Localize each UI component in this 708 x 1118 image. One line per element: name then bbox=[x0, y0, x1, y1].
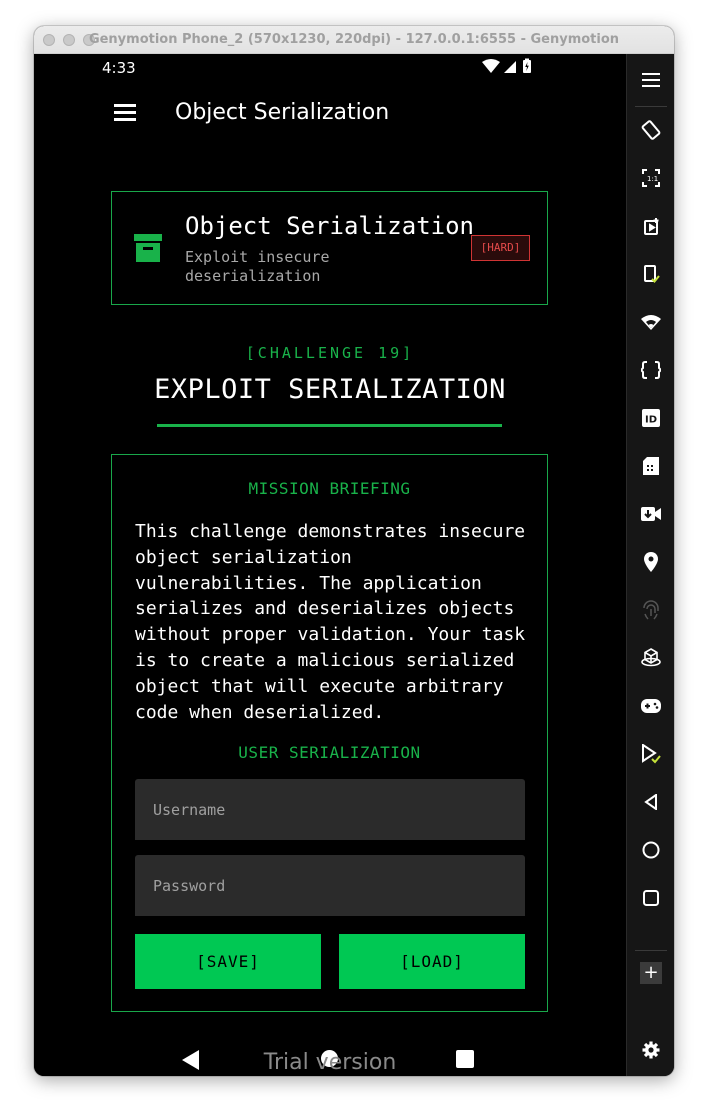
challenge-header-card: Object Serialization Exploit insecure de… bbox=[111, 191, 548, 305]
clipboard-icon[interactable] bbox=[637, 260, 665, 288]
username-input[interactable] bbox=[135, 779, 525, 840]
svg-text:1:1: 1:1 bbox=[647, 175, 658, 183]
save-button[interactable]: [SAVE] bbox=[135, 934, 321, 989]
emulator-window: Genymotion Phone_2 (570x1230, 220dpi) - … bbox=[34, 26, 674, 1076]
window-title: Genymotion Phone_2 (570x1230, 220dpi) - … bbox=[88, 32, 620, 47]
home-icon[interactable] bbox=[637, 836, 665, 864]
mission-card: MISSION BRIEFING This challenge demonstr… bbox=[111, 454, 548, 1012]
card-subtitle: Exploit insecure deserialization bbox=[185, 248, 330, 285]
open-gapps-icon[interactable] bbox=[637, 740, 665, 768]
sim-icon[interactable] bbox=[637, 452, 665, 480]
nav-drawer-button[interactable] bbox=[106, 98, 144, 126]
status-time: 4:33 bbox=[102, 59, 136, 77]
gamepad-icon[interactable] bbox=[637, 692, 665, 720]
difficulty-badge: [HARD] bbox=[471, 235, 530, 261]
capture-icon[interactable] bbox=[637, 356, 665, 384]
device-screen: 4:33 Object Serialization Object Seriali… bbox=[34, 54, 626, 1076]
mission-briefing-text: This challenge demonstrates insecure obj… bbox=[135, 521, 526, 723]
trial-watermark: Trial version bbox=[263, 1050, 397, 1075]
svg-text:ID: ID bbox=[645, 415, 657, 426]
camera-icon[interactable] bbox=[637, 500, 665, 528]
device-id-icon[interactable]: ID bbox=[637, 404, 665, 432]
password-input[interactable] bbox=[135, 855, 525, 916]
hamburger-icon bbox=[114, 104, 136, 107]
settings-icon[interactable] bbox=[637, 1036, 665, 1064]
app-bar-title: Object Serialization bbox=[175, 100, 390, 125]
challenge-title: EXPLOIT SERIALIZATION bbox=[154, 374, 506, 405]
fingerprint-icon[interactable] bbox=[637, 596, 665, 624]
title-underline bbox=[157, 424, 502, 427]
load-button[interactable]: [LOAD] bbox=[339, 934, 525, 989]
screen-capture-icon[interactable] bbox=[637, 212, 665, 240]
card-title: Object Serialization bbox=[185, 212, 474, 240]
archive-icon bbox=[134, 234, 162, 264]
rotate-icon[interactable] bbox=[637, 116, 665, 144]
motion-sensor-icon[interactable] bbox=[637, 644, 665, 672]
mission-briefing-heading: MISSION BRIEFING bbox=[248, 479, 411, 498]
user-serialization-heading: USER SERIALIZATION bbox=[238, 743, 421, 762]
pixel-perfect-icon[interactable]: 1:1 bbox=[637, 164, 665, 192]
recent-apps-icon[interactable] bbox=[637, 884, 665, 912]
wifi-icon[interactable] bbox=[637, 308, 665, 336]
genymotion-toolbar: 1:1 ID + bbox=[626, 54, 674, 1076]
wifi-signal-icon bbox=[482, 59, 500, 73]
challenge-number: [CHALLENGE 19] bbox=[245, 344, 415, 362]
plus-icon[interactable]: + bbox=[640, 962, 662, 984]
window-titlebar: Genymotion Phone_2 (570x1230, 220dpi) - … bbox=[34, 26, 674, 54]
status-icons bbox=[482, 58, 538, 76]
back-icon[interactable] bbox=[637, 788, 665, 816]
app-bar: Object Serialization bbox=[34, 84, 626, 140]
gps-icon[interactable] bbox=[637, 548, 665, 576]
menu-icon[interactable] bbox=[637, 66, 665, 94]
cell-signal-icon bbox=[504, 61, 516, 73]
status-bar: 4:33 bbox=[34, 54, 626, 82]
